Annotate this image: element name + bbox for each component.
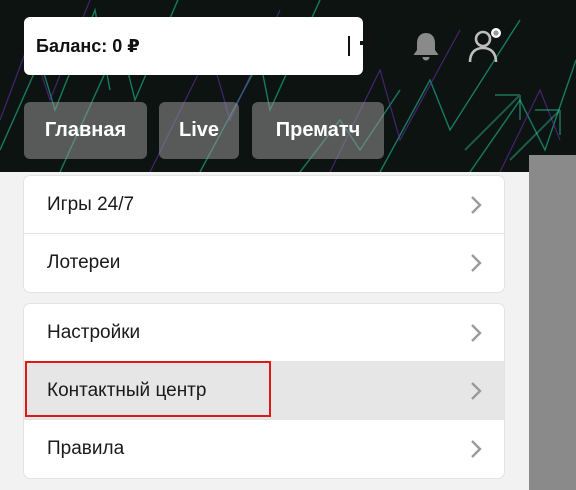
plus-icon[interactable]: [357, 30, 379, 56]
chevron-right-icon: [471, 440, 482, 458]
tab-main-label: Главная: [44, 119, 127, 141]
balance-divider: [348, 36, 350, 56]
menu-item-label: Правила: [47, 438, 125, 459]
menu-group-settings: Настройки Контактный центр Правила: [24, 304, 504, 478]
menu-item-settings[interactable]: Настройки: [24, 304, 504, 362]
side-overlay-panel: [529, 155, 576, 490]
menu-item-label: Контактный центр: [47, 379, 207, 401]
user-icon[interactable]: [466, 25, 506, 65]
menu-item-lotteries[interactable]: Лотереи: [24, 234, 504, 292]
tab-prematch[interactable]: Прематч: [252, 102, 384, 159]
chevron-right-icon: [471, 196, 482, 214]
balance-label: Баланс: 0 ₽: [36, 36, 140, 56]
tab-live-label: Live: [178, 119, 220, 141]
chevron-right-icon: [471, 254, 482, 272]
menu-item-label: Настройки: [47, 321, 141, 343]
menu-item-contact-center[interactable]: Контактный центр: [24, 362, 504, 420]
tab-prematch-label: Прематч: [275, 119, 361, 141]
balance-box[interactable]: Баланс: 0 ₽: [24, 17, 376, 75]
menu-group-games: Игры 24/7 Лотереи: [24, 176, 504, 292]
chevron-right-icon: [471, 324, 482, 342]
menu-item-label: Игры 24/7: [47, 193, 135, 215]
tab-live[interactable]: Live: [159, 102, 239, 159]
bell-icon[interactable]: [409, 29, 443, 63]
menu-item-label: Лотереи: [47, 252, 121, 273]
menu-item-games-247[interactable]: Игры 24/7: [24, 176, 504, 234]
tab-main[interactable]: Главная: [24, 102, 147, 159]
menu-item-rules[interactable]: Правила: [24, 420, 504, 478]
header: Баланс: 0 ₽ Главная Live Прематч: [0, 0, 576, 172]
chevron-right-icon: [471, 382, 482, 400]
